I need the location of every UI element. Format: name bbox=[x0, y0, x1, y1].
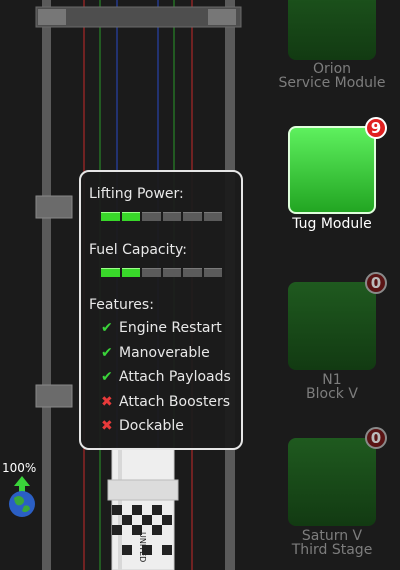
check-icon: ✔ bbox=[101, 369, 113, 385]
fuel-capacity-meter bbox=[101, 268, 222, 277]
check-icon: ✔ bbox=[101, 320, 113, 336]
meter-segment bbox=[142, 212, 161, 221]
tower-arm bbox=[35, 195, 73, 219]
up-arrow-icon bbox=[14, 476, 30, 492]
meter-segment bbox=[121, 268, 140, 277]
feature-item: ✔ Attach Payloads bbox=[101, 369, 231, 385]
tower-arm bbox=[35, 384, 73, 408]
rocket: UNITED bbox=[107, 447, 179, 570]
features-label: Features: bbox=[89, 297, 154, 313]
beam-clamp bbox=[208, 9, 236, 25]
lifting-power-meter bbox=[101, 212, 222, 221]
meter-segment bbox=[162, 268, 181, 277]
meter-segment bbox=[203, 212, 222, 221]
earth-indicator bbox=[9, 476, 35, 517]
meter-segment bbox=[183, 268, 202, 277]
module-saturn-v-third-stage[interactable] bbox=[288, 438, 376, 526]
count-badge: 9 bbox=[365, 117, 387, 139]
meter-segment bbox=[183, 212, 202, 221]
beam-clamp bbox=[38, 9, 66, 25]
module-label-n1: N1 Block V bbox=[306, 372, 358, 402]
meter-segment bbox=[142, 268, 161, 277]
module-label-orion: Orion Service Module bbox=[278, 61, 386, 91]
earth-percent: 100% bbox=[2, 461, 37, 475]
feature-item: ✖ Dockable bbox=[101, 418, 184, 434]
feature-item: ✖ Attach Boosters bbox=[101, 394, 231, 410]
module-orion-service[interactable] bbox=[288, 0, 376, 60]
module-n1-block-v[interactable] bbox=[288, 282, 376, 370]
meter-segment bbox=[101, 212, 120, 221]
meter-segment bbox=[101, 268, 120, 277]
cross-icon: ✖ bbox=[101, 418, 113, 434]
meter-segment bbox=[162, 212, 181, 221]
module-label-saturn: Saturn V Third Stage bbox=[291, 528, 373, 558]
count-badge: 0 bbox=[365, 272, 387, 294]
feature-item: ✔ Engine Restart bbox=[101, 320, 222, 336]
meter-segment bbox=[121, 212, 140, 221]
meter-segment bbox=[203, 268, 222, 277]
count-badge: 0 bbox=[365, 427, 387, 449]
cross-icon: ✖ bbox=[101, 394, 113, 410]
feature-item: ✔ Manoverable bbox=[101, 345, 210, 361]
rocket-label: UNITED bbox=[138, 532, 147, 562]
tower-column-left bbox=[42, 0, 51, 570]
module-info-tooltip: Lifting Power: Fuel Capacity: Features: … bbox=[79, 170, 243, 450]
module-label-tug: Tug Module bbox=[292, 216, 372, 232]
check-icon: ✔ bbox=[101, 345, 113, 361]
lifting-power-label: Lifting Power: bbox=[89, 186, 184, 202]
fuel-capacity-label: Fuel Capacity: bbox=[89, 242, 187, 258]
module-tug[interactable] bbox=[288, 126, 376, 214]
